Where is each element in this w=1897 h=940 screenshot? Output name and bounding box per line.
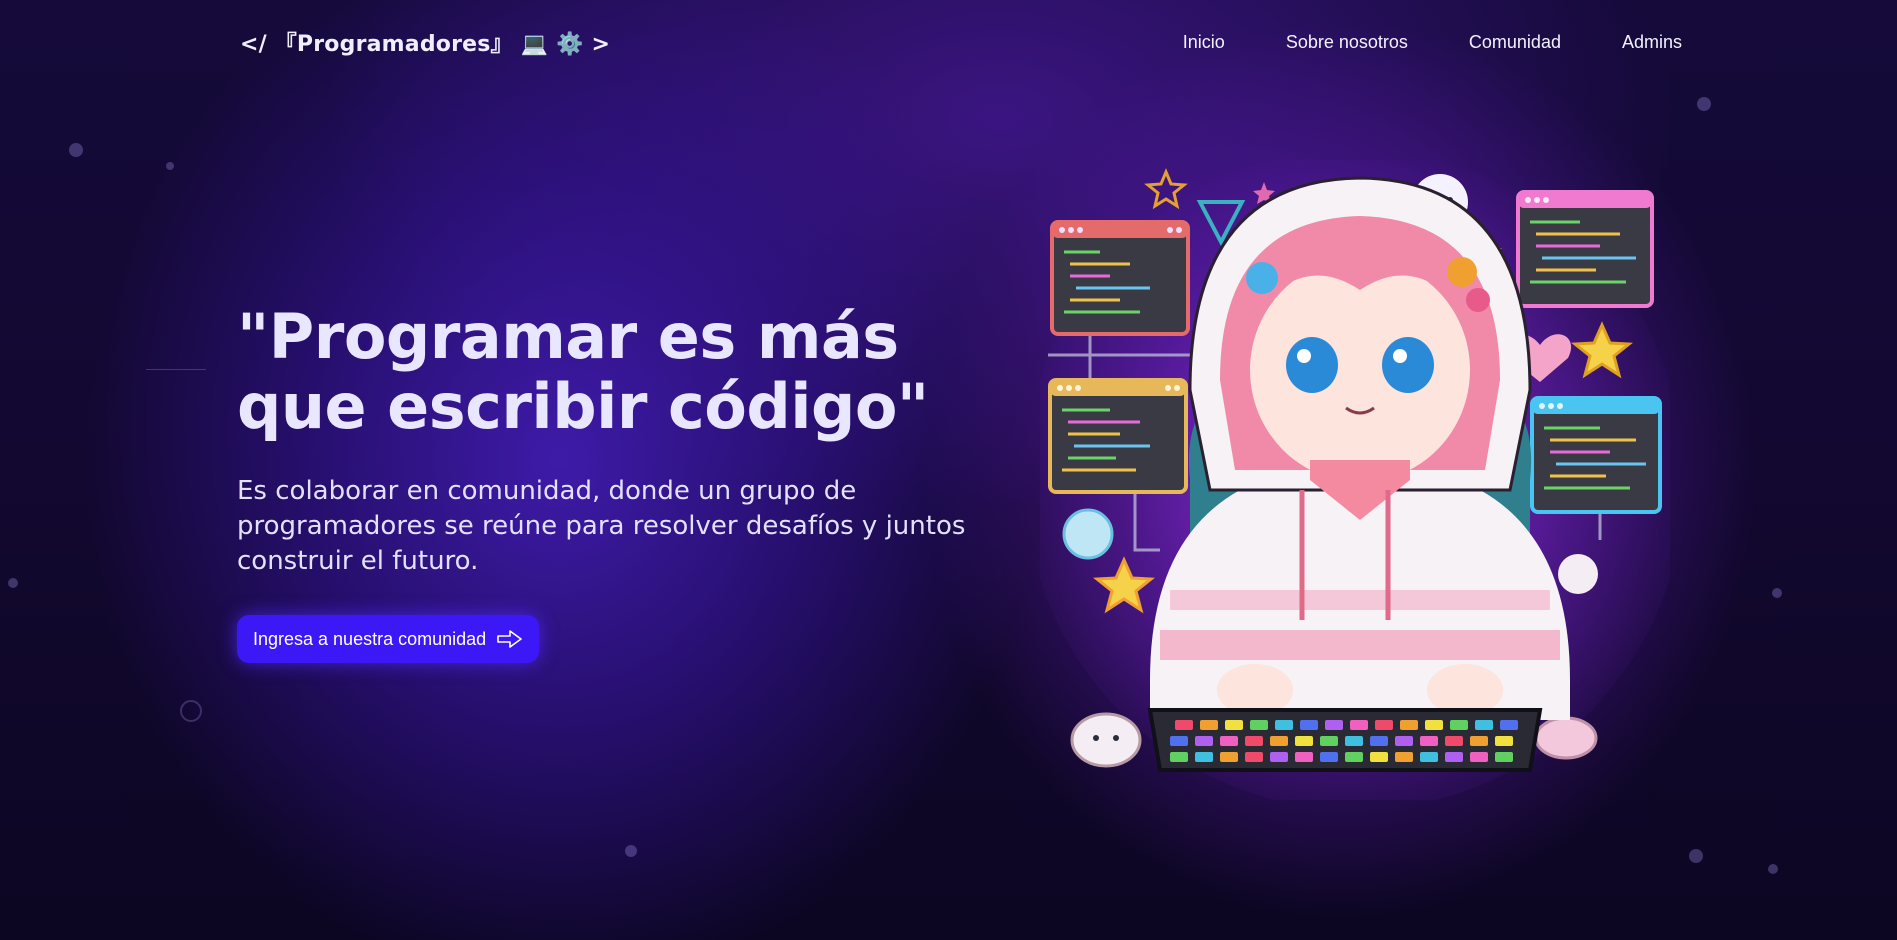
background-particle (625, 845, 637, 857)
background-particle (69, 143, 83, 157)
code-window-icon (1048, 378, 1188, 494)
nav-link-inicio[interactable]: Inicio (1183, 32, 1225, 53)
join-community-button[interactable]: Ingresa a nuestra comunidad (237, 615, 539, 663)
flower-icon (1466, 288, 1490, 312)
nav-link-admins[interactable]: Admins (1622, 32, 1682, 53)
cloud-icon (1558, 554, 1598, 594)
rgb-keyboard-icon (1147, 708, 1543, 772)
code-window-icon (1050, 220, 1190, 336)
join-community-label: Ingresa a nuestra comunidad (253, 628, 487, 649)
code-window-icon (1530, 396, 1662, 514)
background-particle (1768, 864, 1778, 874)
background-line (146, 369, 206, 370)
hero-title: "Programar es más que escribir código" (237, 300, 929, 443)
hero-subtitle: Es colaborar en comunidad, donde un grup… (237, 476, 966, 576)
anime-programmer-girl-illustration (1040, 160, 1670, 800)
flower-icon (1246, 262, 1278, 294)
cloud-icon (1062, 508, 1114, 560)
star-icon (1144, 168, 1188, 210)
background-particle (1772, 588, 1782, 598)
brand-logo[interactable]: </ 『Programadores』 💻 ⚙️ > (240, 26, 610, 58)
flower-icon (1447, 257, 1477, 287)
top-navbar: </ 『Programadores』 💻 ⚙️ > Inicio Sobre n… (0, 0, 1897, 86)
nav-link-sobre-nosotros[interactable]: Sobre nosotros (1286, 32, 1408, 53)
cat-icon (1070, 712, 1142, 768)
arrow-right-icon (497, 630, 522, 648)
mouse-icon (1534, 716, 1598, 760)
background-particle (166, 162, 174, 170)
nav-link-comunidad[interactable]: Comunidad (1469, 32, 1561, 53)
background-particle (8, 578, 18, 588)
background-particle (180, 700, 202, 722)
code-window-icon (1516, 190, 1654, 308)
main-nav: Inicio Sobre nosotros Comunidad Admins (1122, 32, 1682, 53)
background-particle (1697, 97, 1711, 111)
background-particle (1689, 849, 1703, 863)
